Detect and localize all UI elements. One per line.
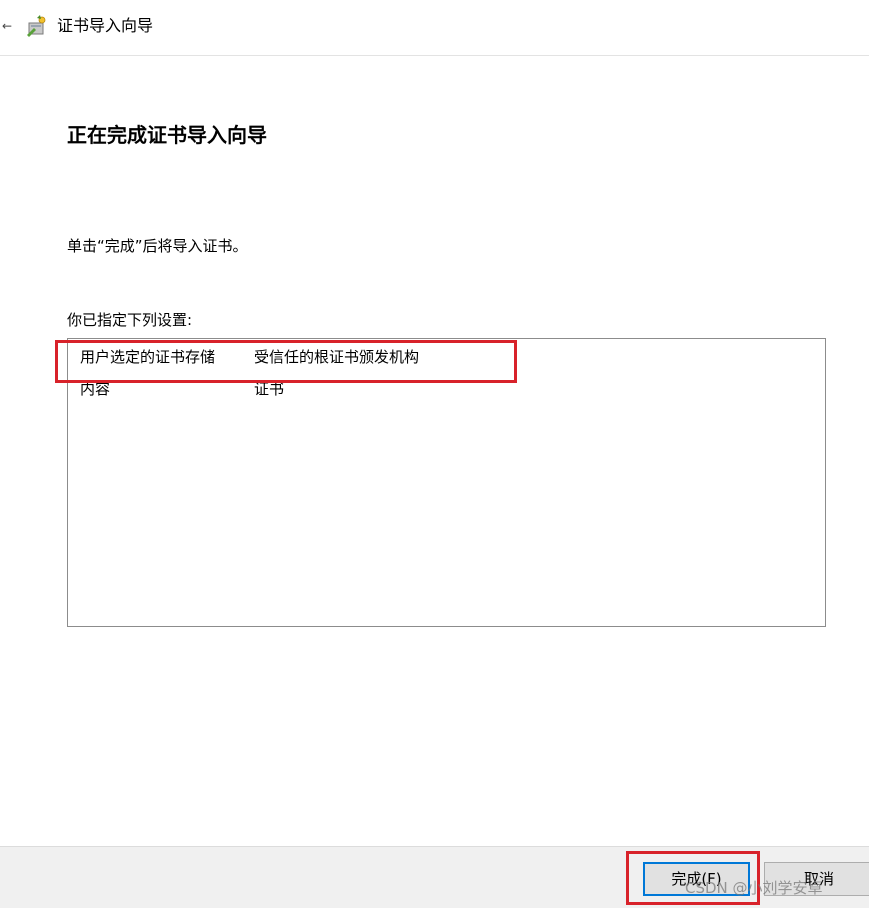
settings-list[interactable]: 用户选定的证书存储 受信任的根证书颁发机构 内容 证书 xyxy=(67,338,826,627)
window-title: 证书导入向导 xyxy=(57,16,154,35)
settings-label: 你已指定下列设置: xyxy=(67,311,193,329)
back-arrow-icon[interactable]: ← xyxy=(2,20,12,32)
setting-key: 用户选定的证书存储 xyxy=(80,348,216,366)
instruction-text: 单击“完成”后将导入证书。 xyxy=(67,237,248,255)
setting-value: 受信任的根证书颁发机构 xyxy=(254,348,420,366)
setting-key: 内容 xyxy=(80,380,111,398)
button-bar: 完成(F) 取消 xyxy=(0,846,869,908)
cancel-button[interactable]: 取消 xyxy=(764,862,869,896)
title-bar: ← 证书导入向导 xyxy=(0,0,869,56)
finish-button[interactable]: 完成(F) xyxy=(643,862,750,896)
page-heading: 正在完成证书导入向导 xyxy=(67,123,267,147)
settings-row: 用户选定的证书存储 受信任的根证书颁发机构 xyxy=(80,345,780,369)
settings-row: 内容 证书 xyxy=(80,377,780,401)
setting-value: 证书 xyxy=(254,380,285,398)
certificate-import-icon xyxy=(27,15,46,37)
